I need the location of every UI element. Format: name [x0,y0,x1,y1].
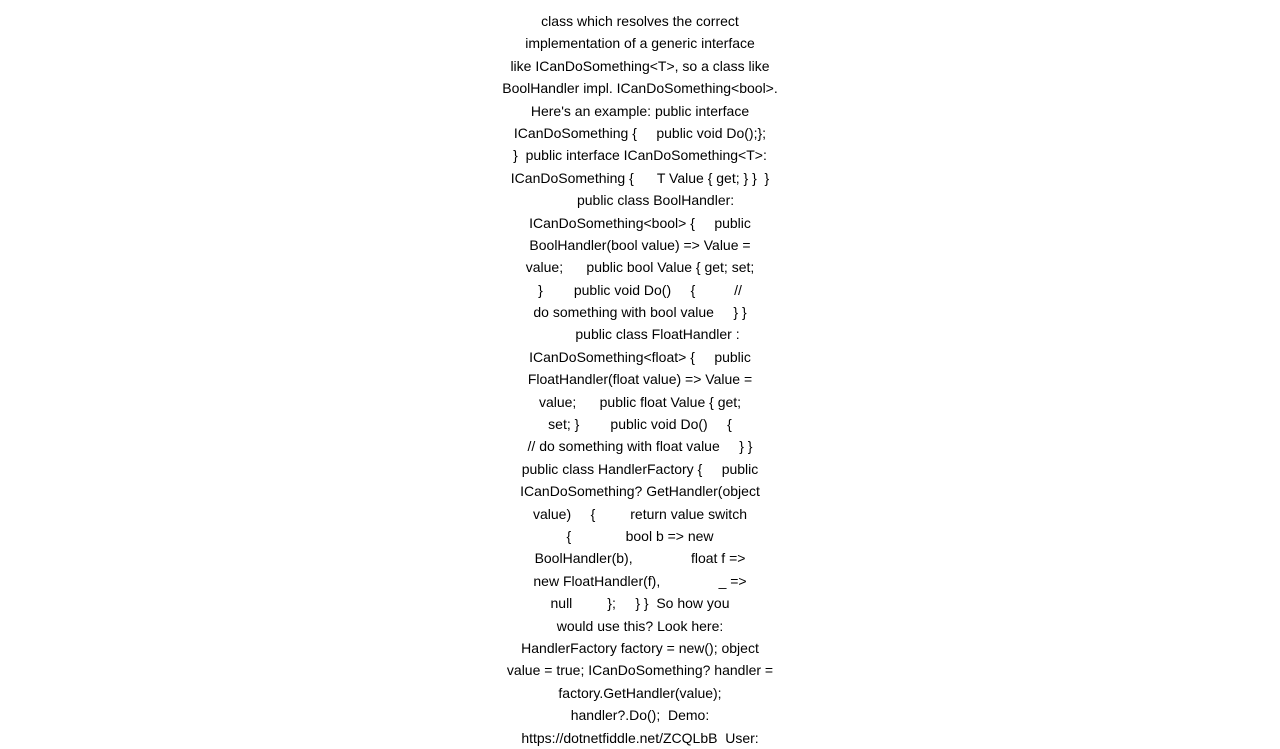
main-content: class which resolves the correct impleme… [0,0,1280,720]
text-block: class which resolves the correct impleme… [502,10,778,749]
paragraph-1: class which resolves the correct impleme… [502,10,778,749]
